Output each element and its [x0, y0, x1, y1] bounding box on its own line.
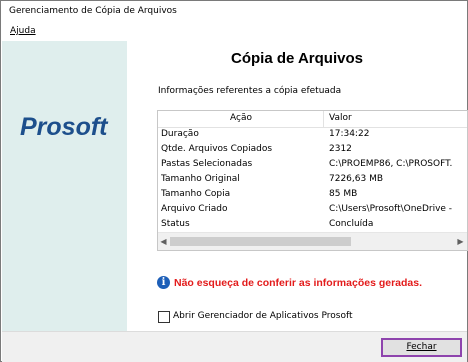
- footer-bar: Fechar: [2, 331, 467, 362]
- info-icon: i: [157, 276, 170, 289]
- table-row[interactable]: Tamanho Copia 85 MB: [158, 188, 467, 203]
- main-panel: Cópia de Arquivos Informações referentes…: [127, 41, 468, 331]
- row-action: Arquivo Criado: [161, 204, 228, 214]
- row-action: Tamanho Copia: [161, 189, 231, 199]
- prosoft-logo: Prosoft: [20, 113, 108, 141]
- row-value: 85 MB: [329, 189, 358, 199]
- table-row[interactable]: Arquivo Criado C:\Users\Prosoft\OneDrive…: [158, 203, 467, 218]
- page-title: Cópia de Arquivos: [231, 50, 363, 67]
- close-button-label: Fechar: [406, 342, 437, 352]
- row-action: Status: [161, 219, 190, 229]
- info-label: Informações referentes a cópia efetuada: [158, 86, 342, 96]
- table-row[interactable]: Pastas Selecionadas C:\PROEMP86, C:\PROS…: [158, 158, 467, 173]
- table-row[interactable]: Status Concluída: [158, 218, 467, 233]
- scroll-left-arrow-icon[interactable]: ◀: [158, 236, 169, 247]
- row-value: 2312: [329, 144, 352, 154]
- table-row[interactable]: Tamanho Original 7226,63 MB: [158, 173, 467, 188]
- notice-text: Não esqueça de conferir as informações g…: [174, 277, 423, 289]
- row-action: Pastas Selecionadas: [161, 159, 253, 169]
- row-value: 7226,63 MB: [329, 174, 384, 184]
- copy-info-listview[interactable]: Ação Valor Duração 17:34:22 Qtde. Arquiv…: [157, 110, 468, 251]
- table-row[interactable]: Duração 17:34:22: [158, 128, 467, 143]
- checkbox-label[interactable]: Abrir Gerenciador de Aplicativos Prosoft: [173, 311, 353, 321]
- row-action: Tamanho Original: [161, 174, 240, 184]
- column-separator[interactable]: [323, 111, 324, 127]
- window-title: Gerenciamento de Cópia de Arquivos: [9, 6, 177, 16]
- sidebar: Prosoft: [2, 41, 127, 331]
- row-value: C:\PROEMP86, C:\PROSOFT.: [329, 159, 453, 169]
- menu-item-help[interactable]: Ajuda: [10, 26, 36, 36]
- row-action: Duração: [161, 129, 199, 139]
- horizontal-scrollbar[interactable]: ◀ ▶: [158, 232, 467, 250]
- scrollbar-thumb[interactable]: [170, 237, 351, 246]
- menu-bar: Ajuda: [1, 23, 467, 41]
- table-row[interactable]: Qtde. Arquivos Copiados 2312: [158, 143, 467, 158]
- row-value: 17:34:22: [329, 129, 370, 139]
- column-header-action[interactable]: Ação: [230, 113, 252, 123]
- close-button[interactable]: Fechar: [381, 338, 462, 357]
- row-value: C:\Users\Prosoft\OneDrive -: [329, 204, 453, 214]
- row-action: Qtde. Arquivos Copiados: [161, 144, 273, 154]
- scroll-right-arrow-icon[interactable]: ▶: [455, 236, 466, 247]
- listview-header: Ação Valor: [158, 111, 467, 128]
- title-bar: Gerenciamento de Cópia de Arquivos: [1, 1, 467, 23]
- open-app-manager-checkbox[interactable]: [158, 311, 170, 323]
- row-value: Concluída: [329, 219, 374, 229]
- column-header-value[interactable]: Valor: [329, 113, 352, 123]
- app-window: Gerenciamento de Cópia de Arquivos Ajuda…: [0, 0, 468, 362]
